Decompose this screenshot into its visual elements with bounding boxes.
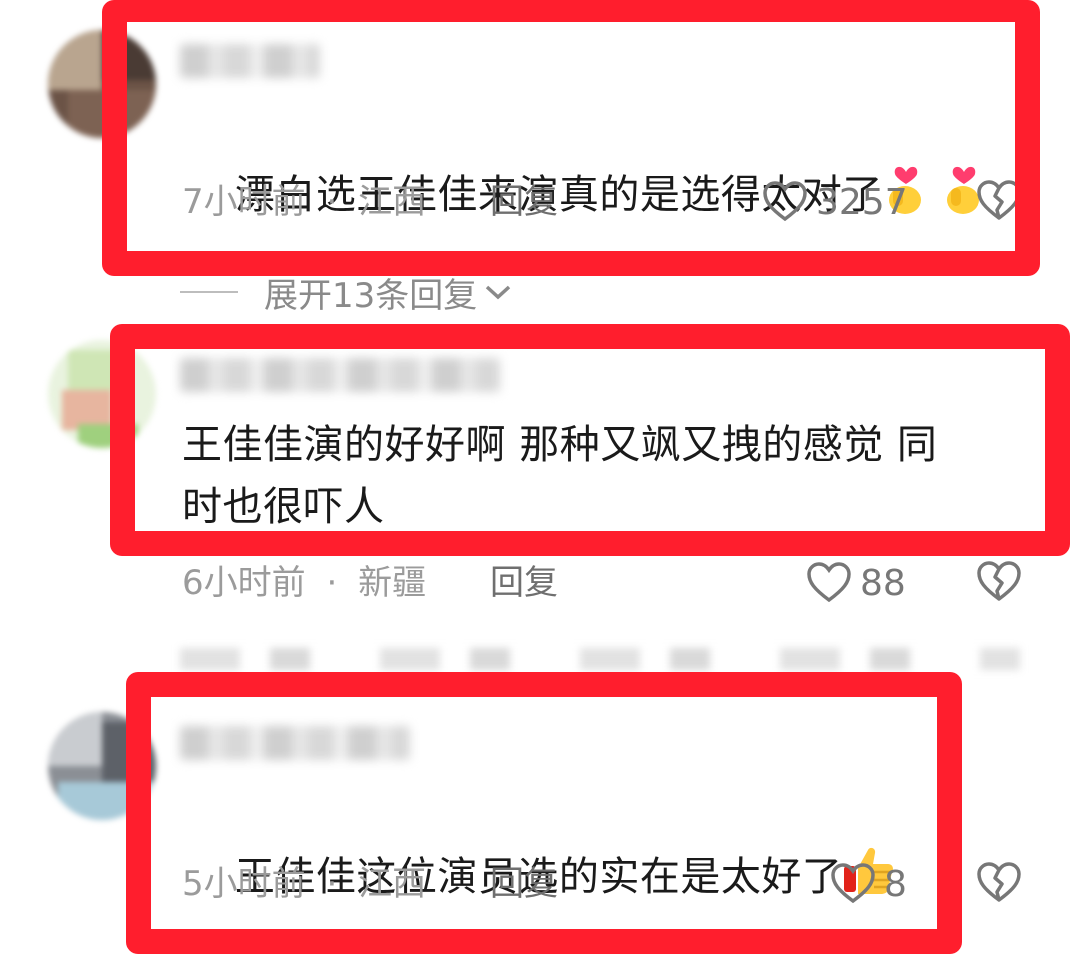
- username[interactable]: [180, 44, 320, 78]
- dislike-button[interactable]: [976, 561, 1022, 605]
- heart-outline-icon: [763, 181, 807, 222]
- comment-location: 新疆: [358, 563, 427, 603]
- chevron-down-icon: [486, 285, 511, 300]
- comment-location: 江西: [358, 182, 427, 222]
- like-count: 3257: [816, 181, 908, 223]
- meta-separator: ·: [326, 182, 338, 222]
- broken-heart-icon: [977, 561, 1021, 601]
- like-count: 88: [860, 562, 906, 604]
- like-count: 8: [884, 863, 907, 905]
- comment-meta: 5小时前 · 江西: [182, 862, 426, 906]
- comment-text: 王佳佳演的好好啊 那种又飒又拽的感觉 同 时也很吓人: [182, 422, 938, 530]
- meta-separator: ·: [326, 864, 338, 904]
- reply-button[interactable]: 回复: [490, 862, 558, 906]
- broken-heart-icon: [977, 180, 1021, 220]
- heart-outline-icon: [831, 863, 875, 904]
- like-button[interactable]: 8: [830, 862, 907, 906]
- avatar[interactable]: [48, 340, 156, 448]
- username[interactable]: [180, 358, 500, 392]
- reply-button[interactable]: 回复: [490, 180, 558, 224]
- username[interactable]: [180, 726, 410, 760]
- expand-divider: [180, 291, 238, 293]
- like-button[interactable]: 88: [806, 561, 906, 605]
- avatar[interactable]: [48, 30, 156, 138]
- meta-separator: ·: [326, 563, 338, 603]
- dislike-button[interactable]: [976, 862, 1022, 906]
- comment-time: 6小时前: [182, 563, 306, 603]
- comment-location: 江西: [358, 864, 427, 904]
- comment-meta: 6小时前 · 新疆: [182, 561, 426, 605]
- dislike-button[interactable]: [976, 180, 1022, 224]
- comment-meta: 7小时前 · 江西: [182, 180, 426, 224]
- heart-outline-icon: [807, 562, 851, 603]
- comment-time: 5小时前: [182, 864, 306, 904]
- like-button[interactable]: 3257: [762, 180, 908, 224]
- broken-heart-icon: [977, 862, 1021, 902]
- avatar[interactable]: [48, 712, 156, 820]
- reply-button[interactable]: 回复: [490, 561, 558, 605]
- comment-time: 7小时前: [182, 182, 306, 222]
- expand-replies-label: 展开13条回复: [264, 275, 478, 316]
- expand-replies-button[interactable]: 展开13条回复: [180, 270, 513, 316]
- blurred-row: [180, 648, 1020, 670]
